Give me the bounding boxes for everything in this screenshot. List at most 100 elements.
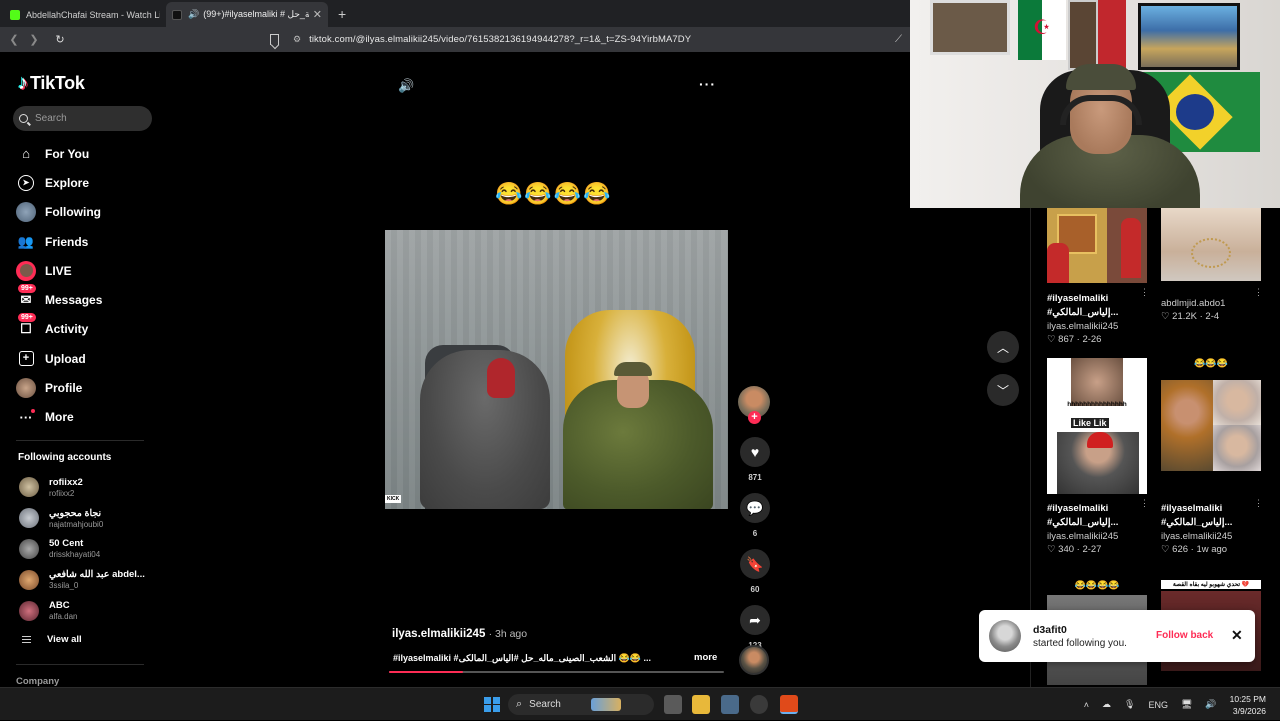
reader-mode-icon[interactable]: ⟋ (895, 34, 902, 45)
tiktok-logo[interactable]: ♪ TikTok (18, 72, 85, 95)
account-item[interactable]: 50 Cent drisskhayati04 (19, 534, 145, 565)
related-video-card[interactable]: hhhhhhhhhhhhhhh Like Lik #ilyaselmaliki … (1047, 358, 1151, 555)
avatar (19, 538, 39, 559)
taskbar-search[interactable]: ⌕ Search (508, 694, 654, 715)
url-field[interactable]: tiktok.com/@ilyas.elmalikii245/video/761… (309, 34, 691, 45)
video-progress-bar[interactable] (389, 671, 724, 673)
account-name: عبد الله شافعي abdel... (49, 569, 145, 581)
card-menu-icon[interactable]: ⋮ (1254, 287, 1263, 298)
author-name[interactable]: ilyas.elmalikii245 (392, 628, 485, 640)
new-tab-button[interactable]: + (338, 6, 346, 22)
creator-avatar[interactable]: + (738, 386, 770, 424)
nav-explore[interactable]: ➤ Explore (16, 168, 102, 197)
account-item[interactable]: rofiixx2 rofiixx2 (19, 472, 145, 503)
microphone-icon[interactable]: 🎙 (1124, 699, 1135, 710)
clock[interactable]: 10:25 PM 3/9/2026 (1230, 693, 1266, 717)
follow-back-button[interactable]: Follow back (1156, 630, 1213, 641)
video-overlay-caption: 😂😂😂😂 (495, 181, 613, 206)
save-action[interactable]: 🔖 60 (738, 549, 772, 594)
task-view-icon[interactable] (664, 695, 682, 714)
share-action[interactable]: ➦ 123 (738, 605, 772, 650)
bookmark-icon[interactable] (270, 34, 279, 45)
brave-browser-icon[interactable] (780, 695, 798, 714)
like-action[interactable]: ♥ 871 (738, 437, 772, 482)
camera-app-icon[interactable] (721, 695, 739, 714)
start-button[interactable] (483, 695, 501, 714)
nav-friends[interactable]: 👥 Friends (16, 227, 102, 256)
volume-icon[interactable]: 🔊 (398, 78, 414, 94)
search-box[interactable] (13, 106, 152, 131)
card-user[interactable]: ilyas.elmalikii245 (1161, 531, 1265, 542)
tab-kick-stream[interactable]: AbdellahChafai Stream - Watch Live (4, 2, 166, 27)
card-user[interactable]: ilyas.elmalikii245 (1047, 321, 1151, 332)
related-video-card[interactable]: abdlmjid.abdo1 ♡ 21.2K · 2-4 ⋮ (1161, 208, 1265, 322)
nav-following[interactable]: Following (16, 198, 102, 227)
search-input[interactable] (35, 113, 135, 124)
notification-user[interactable]: d3afit0 (1033, 624, 1127, 636)
nav-messages[interactable]: ✉ 99+ Messages (16, 284, 102, 314)
more-description-button[interactable]: more (694, 652, 717, 663)
activity-badge: 99+ (18, 313, 36, 323)
follow-plus-icon[interactable]: + (748, 411, 761, 424)
card-menu-icon[interactable]: ⋮ (1254, 498, 1263, 509)
progress-fill (389, 671, 463, 673)
nav-profile[interactable]: Profile (16, 373, 102, 402)
language-indicator[interactable]: ENG (1148, 700, 1168, 710)
related-video-card[interactable]: #ilyaselmaliki #إلياس_المالكي... ilyas.e… (1047, 208, 1151, 345)
view-all-label: View all (47, 634, 82, 646)
card-menu-icon[interactable]: ⋮ (1140, 287, 1149, 298)
heart-icon[interactable]: ♥ (740, 437, 770, 467)
nav-label: Following (45, 205, 101, 220)
bookmark-icon[interactable]: 🔖 (740, 549, 770, 579)
obs-icon[interactable] (750, 695, 768, 714)
account-handle: 3ssila_0 (49, 581, 79, 591)
cloud-icon[interactable]: ☁ (1102, 699, 1111, 710)
comment-action[interactable]: 💬 6 (738, 493, 772, 538)
video-thumbnail[interactable] (1161, 208, 1261, 281)
network-icon[interactable]: 🖥 (1181, 699, 1192, 710)
video-author[interactable]: ilyas.elmalikii245 · 3h ago (392, 628, 527, 640)
video-thumbnail[interactable]: 😂😂😂 (1161, 358, 1261, 494)
chevron-up-icon[interactable]: ˄ (1084, 700, 1089, 710)
system-tray: ˄ ☁ 🎙 ENG 🖥 🔊 10:25 PM 3/9/2026 (1084, 688, 1280, 721)
share-icon[interactable]: ➦ (740, 605, 770, 635)
previous-video-button[interactable]: ︿ (987, 331, 1019, 363)
related-video-card[interactable]: 😂😂😂 #ilyaselmaliki #إلياس_المالكي... ily… (1161, 358, 1265, 555)
account-item[interactable]: عبد الله شافعي abdel... 3ssila_0 (19, 564, 145, 595)
account-item[interactable]: ABC alfa.dan (19, 595, 145, 626)
nav-upload[interactable]: + Upload (16, 344, 102, 373)
company-link[interactable]: Company (16, 676, 59, 687)
close-tab-icon[interactable]: ✕ (313, 8, 322, 21)
card-user[interactable]: ilyas.elmalikii245 (1047, 531, 1151, 542)
next-video-button[interactable]: ﹀ (987, 374, 1019, 406)
video-player[interactable]: KICK (385, 230, 728, 509)
music-disc-icon[interactable] (739, 645, 769, 675)
nav-activity[interactable]: ☐ 99+ Activity (16, 313, 102, 344)
video-thumbnail[interactable]: hhhhhhhhhhhhhhh Like Lik (1047, 358, 1147, 494)
streamer-webcam (910, 0, 1280, 208)
view-all-button[interactable]: View all (22, 634, 82, 645)
account-name: ABC (49, 600, 70, 612)
file-explorer-icon[interactable] (692, 695, 710, 714)
close-icon[interactable]: ✕ (1231, 627, 1243, 644)
account-handle: rofiixx2 (49, 488, 75, 498)
volume-icon[interactable]: 🔊 (1205, 699, 1216, 710)
account-item[interactable]: نجاة محجوبي najatmahjoubi0 (19, 503, 145, 534)
nav-live[interactable]: LIVE (16, 256, 102, 285)
card-menu-icon[interactable]: ⋮ (1140, 498, 1149, 509)
tab-tiktok-video[interactable]: 🔊 (99+)#ilyaselmaliki # مالة_حل... ✕ (166, 2, 328, 27)
back-button[interactable]: ❮ (4, 33, 24, 46)
more-options-icon[interactable]: ··· (699, 76, 716, 92)
nav-more[interactable]: ··· More (16, 403, 102, 432)
speaker-icon[interactable]: 🔊 (188, 9, 199, 20)
card-user[interactable]: abdlmjid.abdo1 (1161, 298, 1265, 309)
comment-icon[interactable]: 💬 (740, 493, 770, 523)
following-accounts-title: Following accounts (18, 452, 112, 463)
reload-button[interactable]: ↻ (50, 33, 70, 46)
nav-for-you[interactable]: ⌂ For You (16, 139, 102, 168)
site-settings-icon[interactable]: ⚙ (293, 34, 301, 45)
nav-label: Profile (45, 381, 83, 396)
forward-button[interactable]: ❯ (24, 33, 44, 46)
card-title: #ilyaselmaliki #إلياس_المالكي... (1047, 503, 1119, 528)
video-thumbnail[interactable] (1047, 208, 1147, 283)
